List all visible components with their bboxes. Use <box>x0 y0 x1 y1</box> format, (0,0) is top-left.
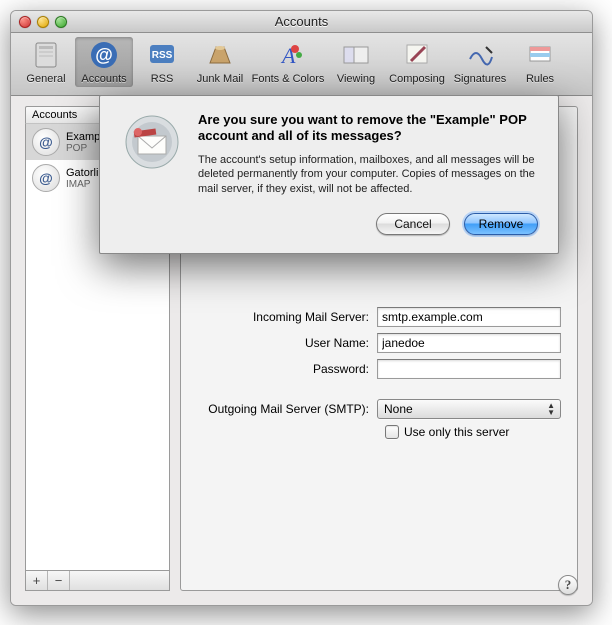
titlebar: Accounts <box>11 11 592 33</box>
toolbar-label: RSS <box>151 73 174 85</box>
remove-account-button[interactable]: − <box>48 571 70 590</box>
username-label: User Name: <box>197 336 377 350</box>
svg-text:RSS: RSS <box>152 50 173 61</box>
rules-icon <box>524 39 556 71</box>
toolbar-item-fonts[interactable]: A Fonts & Colors <box>249 37 327 87</box>
toolbar-item-rss[interactable]: RSS RSS <box>133 37 191 87</box>
toolbar-item-viewing[interactable]: Viewing <box>327 37 385 87</box>
junk-mail-icon <box>204 39 236 71</box>
remove-button[interactable]: Remove <box>464 213 538 235</box>
updown-icon: ▲▼ <box>547 402 555 416</box>
incoming-server-label: Incoming Mail Server: <box>197 310 377 324</box>
toolbar: General @ Accounts RSS RSS Junk Mail A F… <box>11 33 592 96</box>
cancel-button[interactable]: Cancel <box>376 213 450 235</box>
accounts-icon: @ <box>88 39 120 71</box>
fonts-colors-icon: A <box>272 39 304 71</box>
toolbar-label: General <box>26 73 65 85</box>
toolbar-item-composing[interactable]: Composing <box>385 37 449 87</box>
preferences-window: Accounts General @ Accounts RSS RSS Junk… <box>10 10 593 606</box>
add-account-button[interactable]: + <box>26 571 48 590</box>
pop-account-icon: @ <box>32 128 60 156</box>
toolbar-item-signatures[interactable]: Signatures <box>449 37 511 87</box>
list-footer: + − <box>25 571 170 591</box>
general-icon <box>30 39 62 71</box>
smtp-select[interactable]: None ▲▼ <box>377 399 561 419</box>
username-input[interactable] <box>377 333 561 353</box>
toolbar-item-accounts[interactable]: @ Accounts <box>75 37 133 87</box>
toolbar-item-junk[interactable]: Junk Mail <box>191 37 249 87</box>
use-only-server-label: Use only this server <box>404 425 509 439</box>
imap-account-icon: @ <box>32 164 60 192</box>
smtp-value: None <box>384 402 413 416</box>
smtp-label: Outgoing Mail Server (SMTP): <box>197 402 377 416</box>
toolbar-item-rules[interactable]: Rules <box>511 37 569 87</box>
signatures-icon <box>464 39 496 71</box>
help-button[interactable]: ? <box>558 575 578 595</box>
password-label: Password: <box>197 362 377 376</box>
viewing-icon <box>340 39 372 71</box>
toolbar-item-general[interactable]: General <box>17 37 75 87</box>
rss-icon: RSS <box>146 39 178 71</box>
incoming-server-input[interactable] <box>377 307 561 327</box>
mail-app-icon <box>120 112 184 176</box>
password-input[interactable] <box>377 359 561 379</box>
dialog-title: Are you sure you want to remove the "Exa… <box>198 112 538 145</box>
svg-text:@: @ <box>95 45 113 65</box>
toolbar-label: Signatures <box>454 73 507 85</box>
toolbar-label: Accounts <box>81 73 126 85</box>
toolbar-label: Junk Mail <box>197 73 243 85</box>
toolbar-label: Composing <box>389 73 445 85</box>
confirm-remove-dialog: Are you sure you want to remove the "Exa… <box>99 95 559 254</box>
toolbar-label: Viewing <box>337 73 375 85</box>
window-title: Accounts <box>11 14 592 29</box>
toolbar-label: Rules <box>526 73 554 85</box>
dialog-body: The account's setup information, mailbox… <box>198 153 538 198</box>
use-only-server-row[interactable]: Use only this server <box>385 425 561 439</box>
use-only-server-checkbox[interactable] <box>385 425 399 439</box>
toolbar-label: Fonts & Colors <box>252 73 325 85</box>
composing-icon <box>401 39 433 71</box>
